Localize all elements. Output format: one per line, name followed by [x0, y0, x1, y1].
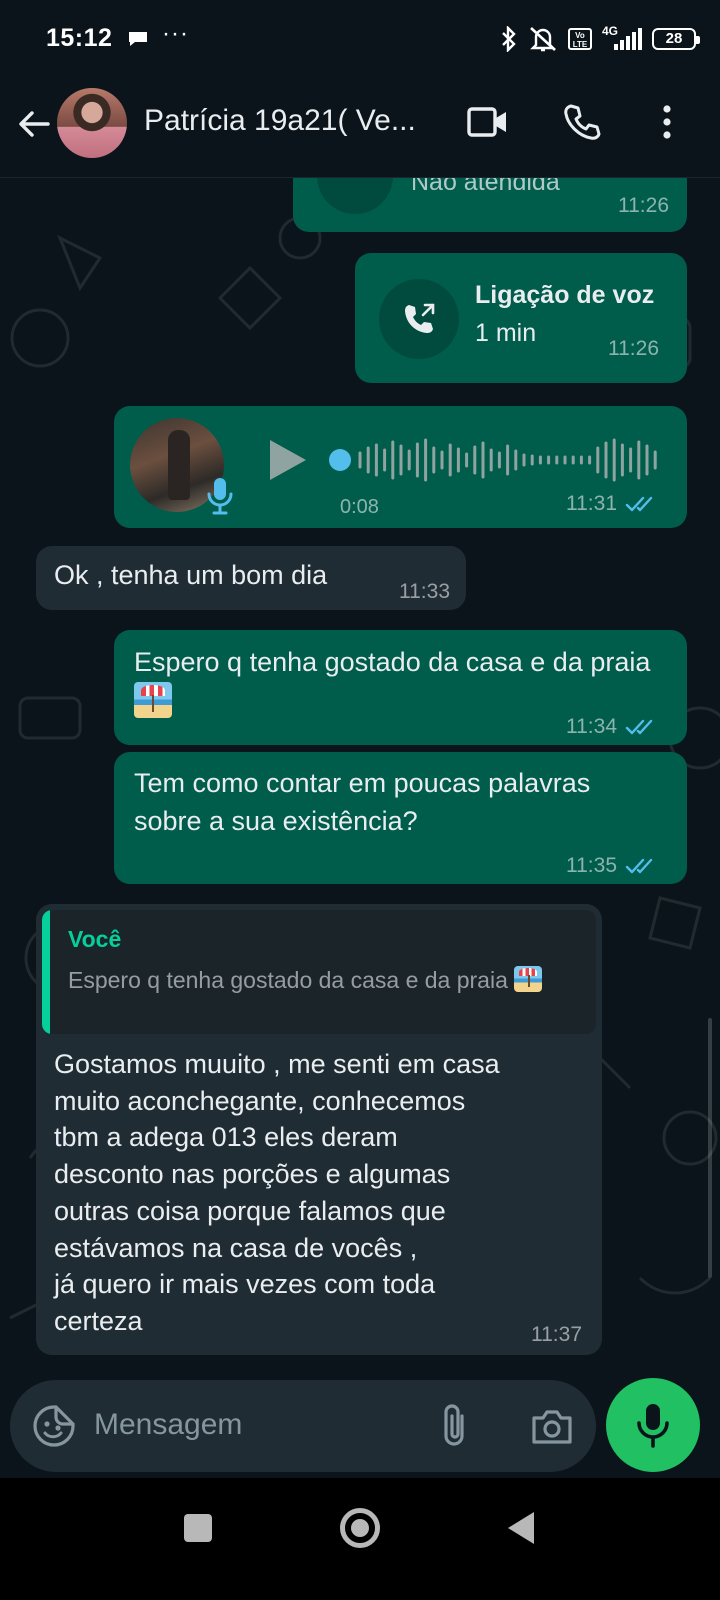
message-time: 11:34 [566, 715, 617, 738]
missed-call-message[interactable]: Não atendida 11:26 [293, 178, 687, 232]
more-notifications-indicator: ··· [162, 20, 189, 47]
missed-call-icon [317, 178, 393, 214]
attach-icon[interactable] [440, 1402, 470, 1450]
missed-call-label: Não atendida [411, 178, 560, 196]
system-back-icon[interactable] [506, 1510, 538, 1546]
system-nav-bar [0, 1478, 720, 1600]
message-text: Gostamos muuito , me senti em casa muito… [54, 1049, 500, 1336]
message-text-wrap: Espero q tenha gostado da casa e da prai… [134, 642, 654, 723]
more-options-icon[interactable] [662, 104, 672, 140]
incoming-message[interactable]: Ok , tenha um bom dia 11:33 [36, 546, 466, 610]
incoming-reply-message[interactable]: Você Espero q tenha gostado da casa e da… [36, 904, 602, 1355]
home-button[interactable] [340, 1508, 380, 1548]
outgoing-call-icon [405, 303, 435, 333]
volte-badge: Vo LTE [568, 28, 592, 50]
message-text: Ok , tenha um bom dia [54, 560, 328, 590]
beach-umbrella-emoji [134, 682, 172, 718]
signal-icon: 4G [602, 24, 642, 52]
recents-button[interactable] [184, 1514, 212, 1542]
status-icons: Vo LTE 4G 28 [500, 24, 700, 54]
message-time: 11:26 [618, 194, 669, 217]
chat-header: Patrícia 19a21( Ve... [0, 78, 720, 178]
audio-waveform[interactable] [328, 434, 658, 486]
message-composer [0, 1378, 720, 1478]
voice-call-message[interactable]: Ligação de voz 1 min 11:26 [355, 253, 687, 383]
voice-note-mic-icon [207, 478, 233, 515]
quoted-message[interactable]: Você Espero q tenha gostado da casa e da… [42, 910, 596, 1034]
status-bar: 15:12 ··· Vo LTE 4G 28 [0, 0, 720, 78]
quoted-text: Espero q tenha gostado da casa e da prai… [68, 967, 508, 993]
camera-icon[interactable] [530, 1406, 574, 1446]
bluetooth-icon [502, 26, 516, 52]
message-time: 11:31 [566, 492, 617, 515]
message-time: 11:35 [566, 854, 617, 877]
message-input[interactable] [94, 1400, 414, 1450]
battery-level: 28 [665, 30, 683, 47]
mute-bell-icon [530, 27, 556, 52]
mic-icon [637, 1404, 669, 1448]
battery-icon: 28 [652, 28, 700, 50]
back-arrow-icon[interactable] [16, 106, 52, 142]
read-receipt-icon [625, 496, 653, 512]
voice-record-button[interactable] [606, 1378, 700, 1472]
message-meta: 11:26 [608, 337, 659, 361]
voice-note-message[interactable]: 0:08 11:31 [114, 406, 687, 528]
audio-duration: 0:08 [340, 496, 379, 518]
quoted-text-wrap: Espero q tenha gostado da casa e da prai… [68, 964, 568, 996]
message-text: Espero q tenha gostado da casa e da prai… [134, 647, 651, 677]
message-time: 11:26 [608, 337, 659, 360]
read-receipt-icon [625, 858, 653, 874]
quoted-author: Você [68, 926, 122, 952]
chat-area[interactable]: Não atendida 11:26 Ligação de voz 1 min … [0, 178, 720, 1378]
message-notification-icon [129, 32, 147, 46]
voice-call-icon[interactable] [562, 102, 602, 142]
composer-box [10, 1380, 596, 1472]
message-meta: 11:37 [531, 1323, 582, 1347]
status-time: 15:12 [46, 24, 113, 52]
message-meta: 11:35 [566, 854, 657, 878]
message-meta: 11:31 [566, 492, 657, 516]
call-title: Ligação de voz [475, 281, 655, 309]
outgoing-message[interactable]: Espero q tenha gostado da casa e da prai… [114, 630, 687, 745]
call-icon-circle [379, 279, 459, 359]
contact-name[interactable]: Patrícia 19a21( Ve... [144, 104, 416, 138]
message-meta: 11:26 [618, 194, 669, 218]
outgoing-message[interactable]: Tem como contar em poucas palavras sobre… [114, 752, 687, 884]
read-receipt-icon [625, 719, 653, 735]
message-meta: 11:34 [566, 715, 657, 739]
beach-umbrella-emoji [514, 966, 543, 992]
sticker-icon[interactable] [32, 1404, 76, 1448]
message-meta: 11:33 [399, 580, 450, 604]
video-call-icon[interactable] [466, 104, 510, 140]
scrollbar[interactable] [708, 1018, 712, 1278]
play-icon[interactable] [266, 436, 310, 484]
message-text: Tem como contar em poucas palavras sobre… [134, 768, 591, 836]
message-time: 11:37 [531, 1323, 582, 1346]
message-time: 11:33 [399, 580, 450, 603]
contact-avatar[interactable] [57, 88, 127, 158]
call-duration: 1 min [475, 319, 537, 347]
